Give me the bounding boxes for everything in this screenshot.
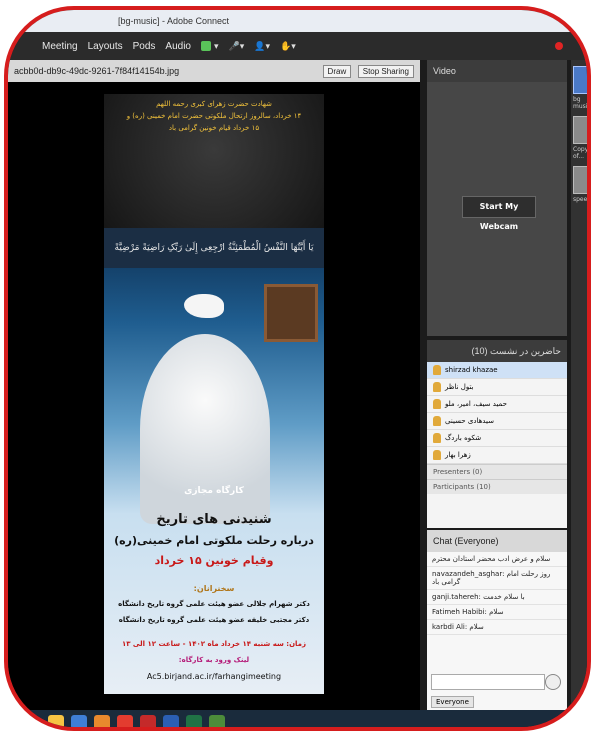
layout-thumb[interactable] xyxy=(573,66,587,94)
menu-bar: Meeting Layouts Pods Audio ▾ 🎤▾ 👤▾ ✋▾ xyxy=(8,32,587,60)
title-bar: [bg-music] - Adobe Connect xyxy=(8,10,587,32)
shared-poster: شهادت حضرت زهرای کبری رحمه اللهم ۱۴ خردا… xyxy=(104,94,324,694)
video-pod-header: Video xyxy=(427,60,567,82)
send-icon[interactable] xyxy=(545,674,561,690)
attendee-row[interactable]: زهرا بهار xyxy=(427,447,567,464)
poster-top-line1: شهادت حضرت زهرای کبری رحمه اللهم xyxy=(156,100,272,108)
attendee-row[interactable]: حمید سیف، امیر، ملو xyxy=(427,396,567,413)
mic-control[interactable]: 🎤▾ xyxy=(229,41,245,52)
participants-section[interactable]: Participants (10) xyxy=(427,479,567,494)
chat-message: navazandeh_asghar: روز رحلت امام گرامی ب… xyxy=(427,567,567,590)
chat-title: Chat (Everyone) xyxy=(433,536,499,546)
record-icon[interactable] xyxy=(555,42,563,50)
poster-top-line3: ۱۵ خرداد قیام خونین گرامی باد xyxy=(168,124,260,132)
poster-speaker1: دکتر شهرام جلالی عضو هیئت علمی گروه تاری… xyxy=(118,600,310,608)
taskbar xyxy=(8,710,587,727)
app-window: [bg-music] - Adobe Connect Meeting Layou… xyxy=(4,6,591,731)
chat-message: ganji.tahereh: با سلام خدمت xyxy=(427,590,567,605)
menu-meeting[interactable]: Meeting xyxy=(42,41,78,52)
attendee-name: حمید سیف، امیر، ملو xyxy=(445,400,507,408)
layout-label: speech xyxy=(573,196,591,203)
firefox-icon[interactable] xyxy=(94,714,110,727)
chat-pod: Chat (Everyone) سلام و عرض ادب محضر استا… xyxy=(427,530,567,710)
share-pod: acbb0d-db9c-49dc-9261-7f84f14154b.jpg Dr… xyxy=(8,60,420,710)
presenters-section[interactable]: Presenters (0) xyxy=(427,464,567,479)
attendee-name: سیدهادی حسینی xyxy=(445,417,494,425)
poster-time: زمان: سه شنبه ۱۴ خرداد ماه ۱۴۰۲ - ساعت ۱… xyxy=(121,640,307,648)
chat-tab-everyone[interactable]: Everyone xyxy=(431,696,474,708)
poster-speaker2: دکتر مجتبی خلیفه عضو هیئت علمی گروه تاری… xyxy=(118,616,310,624)
menu-pods[interactable]: Pods xyxy=(133,41,156,52)
attendee-name: شکوه باردگ xyxy=(445,434,482,442)
draw-button[interactable]: Draw xyxy=(322,65,352,78)
app-icon[interactable] xyxy=(209,714,225,727)
attendee-row[interactable]: سیدهادی حسینی xyxy=(427,413,567,430)
share-pod-header: acbb0d-db9c-49dc-9261-7f84f14154b.jpg Dr… xyxy=(8,60,420,82)
speaker-icon xyxy=(200,41,211,51)
attendee-name: بتول ناظر xyxy=(445,383,474,391)
attendee-row[interactable]: بتول ناظر xyxy=(427,379,567,396)
stop-sharing-button[interactable]: Stop Sharing xyxy=(357,65,414,78)
person-icon xyxy=(433,450,441,460)
word-icon[interactable] xyxy=(163,714,179,727)
chat-message: سلام و عرض ادب محضر استادان محترم xyxy=(427,552,567,567)
start-webcam-button[interactable]: Start My Webcam xyxy=(462,196,536,231)
window-title: [bg-music] - Adobe Connect xyxy=(118,16,230,26)
poster-title3: وقیام خونین ۱۵ خرداد xyxy=(154,554,274,567)
chat-input[interactable] xyxy=(431,674,545,690)
poster-photo xyxy=(264,284,318,342)
poster-verse: یَا أَیَّتُهَا النَّفْسُ الْمُطْمَئِنَّة… xyxy=(104,228,324,268)
attendees-pod: حاضرین در نشست (10) shirzad khazae بتول … xyxy=(427,340,567,528)
person-icon xyxy=(433,365,441,375)
layout-thumb[interactable] xyxy=(573,166,587,194)
hand-control[interactable]: ✋▾ xyxy=(280,41,296,52)
poster-link: Ac5.birjand.ac.ir/farhangimeeting xyxy=(146,672,282,681)
chat-message: Fatimeh Habibi: سلام xyxy=(427,605,567,620)
person-icon xyxy=(433,433,441,443)
attendee-row[interactable]: شکوه باردگ xyxy=(427,430,567,447)
poster-link-label: لینک ورود به کارگاه: xyxy=(178,656,250,664)
poster-title1: شنیدنی های تاریخ xyxy=(156,512,272,527)
poster-org: کارگاه مجازی xyxy=(184,486,244,496)
layout-thumb[interactable] xyxy=(573,116,587,144)
layout-rail: bg music Copy of... speech xyxy=(571,60,591,710)
attendees-title: حاضرین در نشست (10) xyxy=(471,345,561,356)
poster-top-line2: ۱۴ خرداد، سالروز ارتحال ملکوتی حضرت امام… xyxy=(126,112,302,120)
layout-label: bg music xyxy=(573,96,591,110)
excel-icon[interactable] xyxy=(186,714,202,727)
chrome-icon[interactable] xyxy=(117,714,133,727)
chat-pod-header: Chat (Everyone) xyxy=(427,530,567,552)
folder-icon[interactable] xyxy=(48,714,64,727)
video-pod: Video Start My Webcam xyxy=(427,60,567,336)
chat-message: karbdi Ali: سلام xyxy=(427,620,567,635)
attendee-name: shirzad khazae xyxy=(445,366,498,374)
attendees-pod-header: حاضرین در نشست (10) xyxy=(427,340,567,362)
attendee-row[interactable]: shirzad khazae xyxy=(427,362,567,379)
menu-audio[interactable]: Audio xyxy=(165,41,191,52)
person-icon xyxy=(433,382,441,392)
layout-label: Copy of... xyxy=(573,146,589,160)
dove-icon xyxy=(184,294,224,318)
acrobat-icon[interactable] xyxy=(140,714,156,727)
person-icon xyxy=(433,399,441,409)
audio-control[interactable]: ▾ xyxy=(200,41,219,52)
share-filename: acbb0d-db9c-49dc-9261-7f84f14154b.jpg xyxy=(14,66,180,76)
poster-speakers-label: سخنرانان: xyxy=(193,584,235,593)
video-pod-title: Video xyxy=(433,66,456,76)
poster-title2: درباره رحلت ملکوتی امام خمینی(ره) xyxy=(114,534,314,547)
media-icon[interactable] xyxy=(71,714,87,727)
menu-layouts[interactable]: Layouts xyxy=(88,41,123,52)
user-control[interactable]: 👤▾ xyxy=(254,41,270,52)
attendee-name: زهرا بهار xyxy=(445,451,471,459)
person-icon xyxy=(433,416,441,426)
